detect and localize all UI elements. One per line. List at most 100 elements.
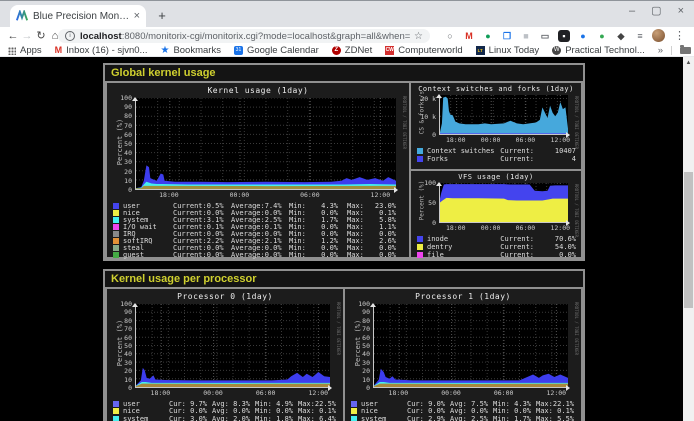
y-tick: 90: [124, 104, 132, 110]
page-info-icon[interactable]: i: [65, 31, 75, 41]
y-tick: 80: [124, 113, 132, 119]
scrollbar-up-arrow[interactable]: ▲: [683, 57, 694, 68]
bookmark-zdnet[interactable]: Z ZDNet: [332, 45, 372, 56]
tab-strip: Blue Precision Monitorix × + – ▢ ×: [0, 0, 694, 27]
y-tick: 70: [124, 326, 132, 332]
legend-row: Context switchesCurrent:10407: [417, 147, 576, 155]
messenger-icon[interactable]: ●: [577, 30, 589, 42]
legend-swatch: [351, 401, 357, 407]
y-tick: 20 k: [420, 96, 436, 102]
y-tick: 40: [124, 150, 132, 156]
window-maximize-button[interactable]: ▢: [651, 6, 661, 17]
extension-green-icon[interactable]: ●: [482, 30, 494, 42]
x-tick: 06:00: [516, 224, 536, 232]
bookmark-label: Bookmarks: [173, 45, 221, 56]
y-tick: 0: [128, 385, 132, 391]
browser-menu-icon[interactable]: ⋮: [674, 29, 685, 43]
page-scrollbar[interactable]: ▲: [683, 57, 694, 421]
y-tick: 10 k: [420, 114, 436, 120]
legend-label: file: [427, 251, 444, 259]
extensions-puzzle-icon[interactable]: ◆: [615, 30, 627, 42]
legend-swatch: [417, 252, 423, 258]
graph-legend: inodeCurrent:70.6%dentryCurrent:54.0%fil…: [417, 235, 576, 259]
y-tick: 100: [358, 301, 370, 307]
legend-swatch: [113, 408, 119, 414]
y-tick: 0: [128, 187, 132, 193]
media-queue-icon[interactable]: ≡: [634, 30, 646, 42]
y-axis: 0102030405060708090100: [108, 98, 135, 190]
y-tick: 50: [124, 343, 132, 349]
section-kernel-usage-per-processor: Kernel usage per processor Processor 0 (…: [103, 269, 585, 421]
search-icon[interactable]: ○: [444, 30, 456, 42]
y-tick: 100: [120, 301, 132, 307]
rrdtool-watermark: RRDTOOL / TOBI OETIKER: [336, 302, 341, 355]
forward-button[interactable]: →: [20, 29, 34, 43]
scrollbar-thumb[interactable]: [684, 172, 693, 308]
browser-tab[interactable]: Blue Precision Monitorix ×: [10, 5, 146, 27]
lt-icon: LT: [476, 46, 485, 55]
gmail-icon[interactable]: M: [463, 30, 475, 42]
legend-value: 2.0%: [233, 415, 255, 421]
graph-legend: userCur:9.0%Avg:7.5%Min:4.3%Max:22.1%nic…: [351, 400, 576, 421]
monitorix-favicon: [16, 10, 28, 22]
legend-value: 10407: [534, 147, 576, 155]
y-axis: 0102030405060708090100: [108, 304, 135, 388]
legend-value: 6.4%: [319, 415, 341, 421]
bookmarks-overflow-icon[interactable]: »: [658, 45, 663, 56]
window-close-button[interactable]: ×: [678, 6, 684, 17]
y-axis: 0102030405060708090100: [346, 304, 373, 388]
browser-chrome: Blue Precision Monitorix × + – ▢ × ← → ↻…: [0, 0, 694, 57]
other-bookmarks-button[interactable]: Other bookmarks: [680, 45, 694, 56]
vfs-usage-graph[interactable]: VFS usage (1day) Percent (%) RRDTOOL / T…: [411, 171, 581, 257]
legend-swatch: [113, 245, 119, 251]
folder-icon: [680, 47, 691, 54]
y-tick: 90: [124, 309, 132, 315]
bookmarks-bar: Apps MInbox (16) - sjvn0... ★Bookmarks 31Go…: [0, 45, 694, 57]
back-button[interactable]: ←: [6, 29, 20, 43]
profile-avatar[interactable]: [652, 29, 665, 42]
legend-swatch: [113, 217, 119, 223]
legend-swatch: [417, 148, 423, 154]
bookmark-wp[interactable]: WPractical Technol...: [552, 45, 645, 56]
extension-dark-icon[interactable]: ▪: [558, 30, 570, 42]
new-tab-button[interactable]: +: [154, 8, 170, 23]
legend-value: 1.7%: [514, 415, 536, 421]
address-bar[interactable]: i localhost:8080/monitorix-cgi/monitorix…: [58, 29, 430, 43]
bookmark-label: ZDNet: [345, 45, 372, 56]
bookmark-star-icon[interactable]: ☆: [414, 31, 423, 42]
y-tick: 10: [124, 178, 132, 184]
extension-gray-icon[interactable]: ■: [520, 30, 532, 42]
legend-swatch: [113, 231, 119, 237]
context-switches-graph[interactable]: Context switches and forks (1day) CS & f…: [411, 83, 581, 169]
monitorix-page: Global kernel usage Kernel usage (1day) …: [0, 57, 694, 421]
x-axis: 18:0000:0006:0012:00: [439, 224, 568, 232]
legend-swatch: [113, 238, 119, 244]
kernel-usage-graph[interactable]: Kernel usage (1day) Percent (%) RRDTOOL …: [107, 83, 409, 257]
processor-1-graph[interactable]: Processor 1 (1day) Percent (%) RRDTOOL /…: [345, 289, 581, 421]
legend-row: fileCurrent:0.0%: [417, 251, 576, 259]
processor-0-graph[interactable]: Processor 0 (1day) Percent (%) RRDTOOL /…: [107, 289, 343, 421]
extension-circle-green-icon[interactable]: ●: [596, 30, 608, 42]
legend-value: 0.0%: [265, 251, 291, 259]
legend-swatch: [113, 224, 119, 230]
y-tick: 20: [124, 169, 132, 175]
zdnet-icon: Z: [332, 46, 341, 55]
graph-title: Processor 0 (1day): [107, 289, 343, 302]
section-global-kernel-usage: Global kernel usage Kernel usage (1day) …: [103, 63, 585, 261]
bookmark-cw[interactable]: CWComputerworld: [385, 45, 462, 56]
cast-icon[interactable]: ▭: [539, 30, 551, 42]
legend-value: 0.0%: [379, 251, 405, 259]
legend-value: 5.5%: [557, 415, 579, 421]
window-minimize-button[interactable]: –: [629, 6, 635, 17]
bookmark-gmail[interactable]: MInbox (16) - sjvn0...: [55, 45, 148, 56]
legend-label: dentry: [427, 243, 452, 251]
copy-pages-icon[interactable]: ❐: [501, 30, 513, 42]
bookmark-star[interactable]: ★Bookmarks: [160, 45, 220, 56]
legend-swatch: [417, 244, 423, 250]
bookmark-calendar[interactable]: 31Google Calendar: [234, 45, 319, 56]
tab-close-icon[interactable]: ×: [134, 11, 140, 21]
reload-button[interactable]: ↻: [34, 29, 48, 43]
bookmark-lt[interactable]: LTLinux Today: [476, 45, 540, 56]
bookmark-grid[interactable]: Apps: [8, 45, 42, 56]
x-tick: 18:00: [389, 389, 409, 397]
